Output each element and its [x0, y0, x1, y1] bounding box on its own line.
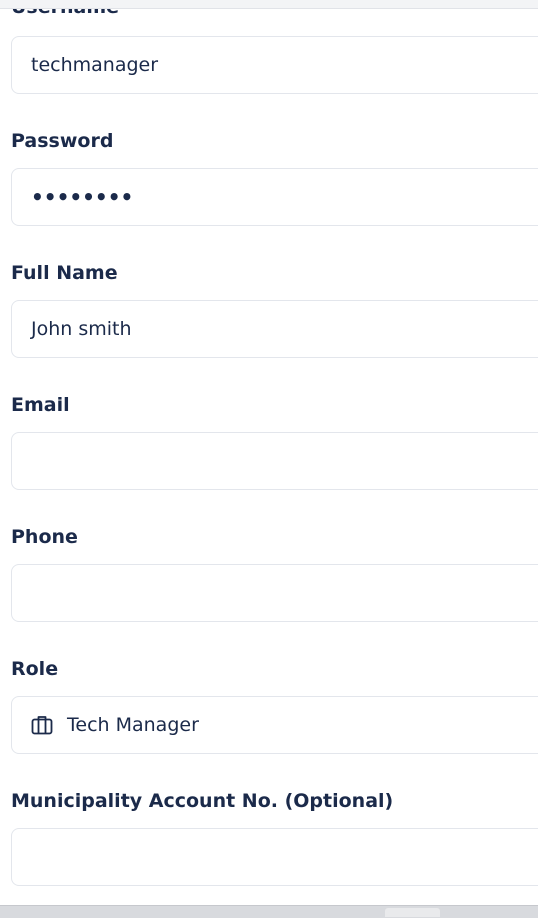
municipality-account-field[interactable]: [11, 828, 538, 886]
role-value: Tech Manager: [67, 714, 199, 736]
full-name-label: Full Name: [11, 262, 118, 284]
browser-top-strip: [0, 0, 538, 9]
municipality-account-label: Municipality Account No. (Optional): [11, 790, 394, 812]
bottom-tab: [385, 908, 440, 917]
password-field[interactable]: ••••••••: [11, 168, 538, 226]
full-name-field[interactable]: John smith: [11, 300, 538, 358]
password-value: ••••••••: [31, 185, 134, 209]
username-value: techmanager: [31, 54, 159, 76]
briefcase-icon: [31, 714, 53, 736]
role-select[interactable]: Tech Manager: [11, 696, 538, 754]
username-field[interactable]: techmanager: [11, 36, 538, 94]
role-label: Role: [11, 658, 59, 680]
full-name-value: John smith: [31, 318, 132, 340]
browser-bottom-bar: [0, 905, 538, 918]
phone-field[interactable]: [11, 564, 538, 622]
password-label: Password: [11, 130, 114, 152]
email-field[interactable]: [11, 432, 538, 490]
registration-form: Username techmanager Password •••••••• F…: [0, 0, 538, 905]
phone-label: Phone: [11, 526, 78, 548]
email-label: Email: [11, 394, 70, 416]
